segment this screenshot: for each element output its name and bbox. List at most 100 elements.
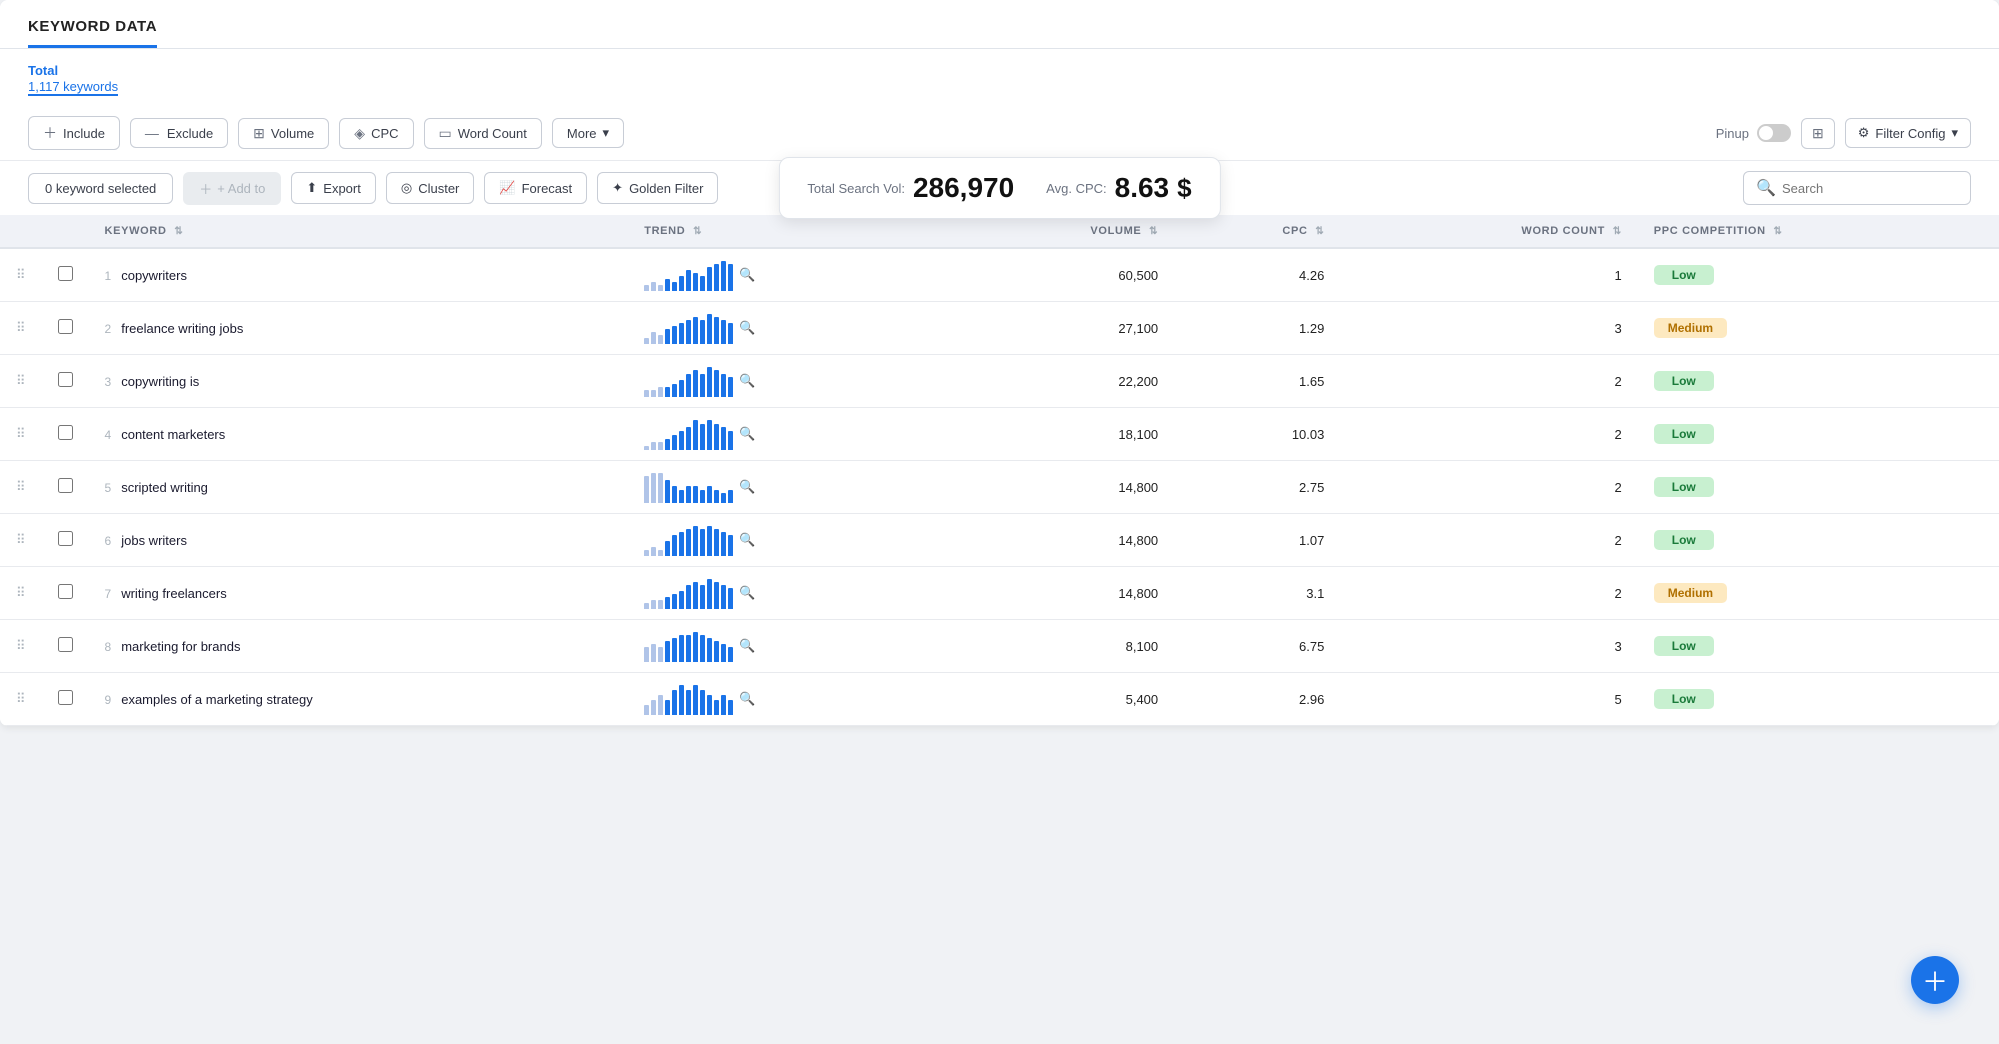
trend-bar <box>686 320 691 344</box>
trend-search-icon[interactable]: 🔍 <box>739 320 755 336</box>
trend-search-icon[interactable]: 🔍 <box>739 267 755 283</box>
trend-bars <box>644 577 733 609</box>
trend-bar <box>658 442 663 450</box>
row-checkbox[interactable] <box>58 584 73 599</box>
ppc-cell: Low <box>1638 355 1999 408</box>
trend-search-icon[interactable]: 🔍 <box>739 426 755 442</box>
trend-bar <box>644 285 649 291</box>
trend-bar <box>721 493 726 503</box>
col-drag <box>0 215 42 248</box>
trend-bar <box>707 267 712 291</box>
col-volume[interactable]: VOLUME ⇅ <box>950 215 1174 248</box>
row-checkbox[interactable] <box>58 690 73 705</box>
layout-button[interactable]: ⊞ <box>1801 118 1835 149</box>
trend-cell: 🔍 <box>628 302 950 354</box>
ppc-badge: Medium <box>1654 583 1727 603</box>
trend-bar <box>721 261 726 291</box>
cpc-cell: 2.96 <box>1174 673 1340 726</box>
table-wrapper: KEYWORD ⇅ TREND ⇅ VOLUME ⇅ CPC ⇅ WORD CO… <box>0 215 1999 726</box>
trend-bar <box>700 490 705 503</box>
cpc-cell: 1.65 <box>1174 355 1340 408</box>
row-number: 7 <box>105 587 112 601</box>
row-checkbox[interactable] <box>58 531 73 546</box>
keyword-cell: 4content marketers <box>89 408 629 461</box>
more-button[interactable]: More ▾ <box>552 118 624 148</box>
ppc-cell: Low <box>1638 514 1999 567</box>
cpc-cell: 10.03 <box>1174 408 1340 461</box>
col-cpc[interactable]: CPC ⇅ <box>1174 215 1340 248</box>
search-box[interactable]: 🔍 <box>1743 171 1971 205</box>
trend-bar <box>644 603 649 609</box>
keyword-cell: 3copywriting is <box>89 355 629 408</box>
include-button[interactable]: ＋ Include <box>28 116 120 150</box>
table-row: ⠿6jobs writers🔍14,8001.072Low <box>0 514 1999 567</box>
row-number: 6 <box>105 534 112 548</box>
row-checkbox[interactable] <box>58 637 73 652</box>
golden-filter-button[interactable]: ✦ Golden Filter <box>597 172 718 204</box>
volume-button[interactable]: ⊞ Volume <box>238 118 329 149</box>
pinup-toggle[interactable] <box>1757 124 1791 142</box>
forecast-button[interactable]: 📈 Forecast <box>484 172 587 204</box>
chevron-down-icon-config: ▾ <box>1951 125 1958 141</box>
settings-icon: ⚙ <box>1858 125 1870 141</box>
trend-bar <box>686 427 691 450</box>
search-input[interactable] <box>1782 181 1958 196</box>
plus-icon: ＋ <box>43 123 57 143</box>
total-count: 1,117 keywords <box>28 79 118 96</box>
ppc-cell: Low <box>1638 620 1999 673</box>
keyword-cell: 5scripted writing <box>89 461 629 514</box>
row-checkbox-cell <box>42 567 89 620</box>
col-word-count[interactable]: WORD COUNT ⇅ <box>1340 215 1637 248</box>
cluster-button[interactable]: ◎ Cluster <box>386 172 475 204</box>
add-to-button[interactable]: ＋ + Add to <box>183 172 281 205</box>
trend-bar <box>721 644 726 662</box>
trend-bars <box>644 312 733 344</box>
trend-search-icon[interactable]: 🔍 <box>739 479 755 495</box>
trend-bar <box>679 380 684 397</box>
trend-search-icon[interactable]: 🔍 <box>739 638 755 654</box>
trend-cell: 🔍 <box>628 355 950 407</box>
trend-bar <box>658 387 663 397</box>
trend-bar <box>672 384 677 397</box>
word-count-button[interactable]: ▭ Word Count <box>424 118 542 149</box>
trend-bar <box>686 635 691 662</box>
col-ppc[interactable]: PPC COMPETITION ⇅ <box>1638 215 1999 248</box>
volume-cell: 27,100 <box>950 302 1174 355</box>
trend-bar <box>665 700 670 715</box>
row-checkbox[interactable] <box>58 319 73 334</box>
keyword-selected-button[interactable]: 0 keyword selected <box>28 173 173 204</box>
row-checkbox[interactable] <box>58 266 73 281</box>
fab-add-button[interactable]: ＋ <box>1911 956 1959 1004</box>
trend-bar <box>700 529 705 556</box>
trend-bar <box>700 276 705 291</box>
ppc-cell: Low <box>1638 408 1999 461</box>
export-button[interactable]: ⬆ Export <box>291 172 375 204</box>
trend-search-icon[interactable]: 🔍 <box>739 691 755 707</box>
exclude-button[interactable]: — Exclude <box>130 118 228 148</box>
cpc-button[interactable]: ◈ CPC <box>339 118 413 149</box>
layout-icon: ⊞ <box>1812 125 1824 141</box>
trend-bar <box>707 638 712 662</box>
avg-cpc-label: Avg. CPC: <box>1046 181 1106 196</box>
trend-bar <box>693 632 698 662</box>
trend-search-icon[interactable]: 🔍 <box>739 532 755 548</box>
trend-bar <box>658 647 663 662</box>
filter-config-button[interactable]: ⚙ Filter Config ▾ <box>1845 118 1971 148</box>
trend-bar <box>728 647 733 662</box>
trend-bar <box>707 695 712 715</box>
row-checkbox-cell <box>42 302 89 355</box>
minus-icon: — <box>145 125 159 141</box>
trend-search-icon[interactable]: 🔍 <box>739 373 755 389</box>
trend-bar <box>658 600 663 609</box>
col-trend[interactable]: TREND ⇅ <box>628 215 950 248</box>
trend-bar <box>665 387 670 397</box>
trend-bar <box>665 329 670 344</box>
tab-title[interactable]: KEYWORD DATA <box>28 18 157 48</box>
row-checkbox[interactable] <box>58 478 73 493</box>
trend-search-icon[interactable]: 🔍 <box>739 585 755 601</box>
row-checkbox[interactable] <box>58 425 73 440</box>
trend-bar <box>707 526 712 556</box>
trend-bars <box>644 524 733 556</box>
col-keyword[interactable]: KEYWORD ⇅ <box>89 215 629 248</box>
row-checkbox[interactable] <box>58 372 73 387</box>
